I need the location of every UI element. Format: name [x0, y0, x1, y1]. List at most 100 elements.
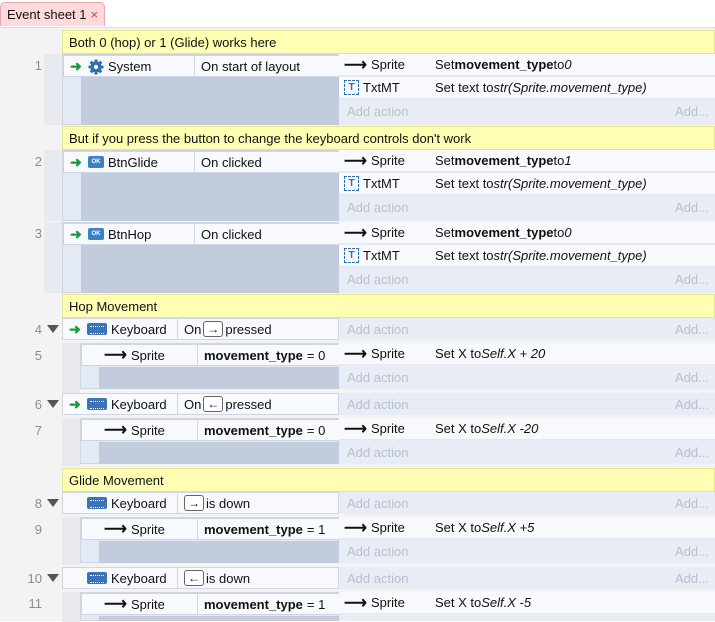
action-column: ⟶ Sprite Set X to Self.X -5 — [339, 592, 715, 621]
comment[interactable]: But if you press the button to change th… — [62, 126, 715, 150]
condition-text: On start of layout — [194, 55, 300, 77]
action-column: ⟶ Sprite Set movement_type to 1 T TxtMT Se… — [339, 150, 715, 221]
add-action-button[interactable]: Add action Add... — [339, 540, 715, 562]
condition-text: On → pressed — [177, 318, 272, 340]
condition-text: movement_type = 1 — [196, 518, 325, 540]
action-row[interactable]: ⟶ Sprite Set X to Self.X -5 — [339, 592, 715, 614]
condition-row[interactable]: Keyboard ← is down — [62, 567, 339, 589]
event-fill — [99, 442, 339, 464]
trigger-arrow-icon: ➜ — [70, 57, 82, 74]
action-row[interactable]: ⟶ Sprite Set movement_type to 1 — [339, 150, 715, 172]
add-action-button[interactable]: Add action Add... — [339, 196, 715, 218]
condition-row[interactable]: ⟶ Sprite movement_type = 1 — [81, 593, 340, 615]
condition-text: On ← pressed — [177, 393, 272, 415]
add-action-button[interactable]: Add action Add... — [339, 268, 715, 290]
condition-row[interactable]: ➜ OK BtnGlide On clicked — [63, 151, 340, 173]
add-action-button[interactable]: Add action Add... — [339, 492, 715, 514]
action-object: ⟶ Sprite — [344, 152, 405, 170]
action-row[interactable]: ⟶ Sprite Set X to Self.X -20 — [339, 418, 715, 440]
comment[interactable]: Hop Movement — [62, 294, 715, 318]
subevent-block[interactable]: ⟶ Sprite movement_type = 1 — [80, 517, 340, 563]
add-action-button[interactable]: Add action Add... — [339, 567, 715, 589]
event-margin — [44, 54, 62, 125]
event-block[interactable]: ➜ System On start of layout — [62, 54, 340, 125]
event-number: 6 — [34, 397, 42, 412]
event-fill — [81, 77, 339, 125]
comment-text: Hop Movement — [69, 298, 158, 314]
event-block[interactable]: ➜ OK BtnHop On clicked — [62, 222, 340, 293]
action-row[interactable]: ⟶ Sprite Set X to Self.X +5 — [339, 517, 715, 539]
add-action-button[interactable]: Add action Add... — [339, 393, 715, 415]
collapse-triangle-icon[interactable] — [47, 325, 59, 333]
action-row[interactable]: ⟶ Sprite Set movement_type to 0 — [339, 222, 715, 244]
collapse-triangle-icon[interactable] — [47, 574, 59, 582]
keyboard-icon — [87, 497, 107, 509]
action-column: ⟶ Sprite Set X to Self.X -20 Add action Ad… — [339, 418, 715, 464]
action-object: T TxtMT — [339, 77, 431, 99]
condition-object: Keyboard — [111, 495, 167, 511]
event-number: 8 — [34, 496, 42, 511]
add-action-button[interactable]: Add action Add... — [339, 318, 715, 340]
condition-row[interactable]: ➜ OK BtnHop On clicked — [63, 223, 340, 245]
subevent-margin — [62, 418, 80, 466]
arrow-icon: ⟶ — [344, 56, 367, 74]
action-row[interactable]: ⟶ Sprite Set movement_type to 0 — [339, 54, 715, 76]
action-row[interactable]: T TxtMT Set text to str(Sprite.movement_t… — [339, 77, 715, 99]
subevent-margin — [62, 343, 80, 393]
comment-text: Glide Movement — [69, 472, 164, 488]
action-text: Set movement_type to 0 — [435, 57, 572, 72]
condition-object: BtnGlide — [108, 154, 158, 170]
key-glyph: ← — [203, 396, 224, 412]
condition-text: ← is down — [177, 567, 250, 589]
collapse-triangle-icon[interactable] — [47, 400, 59, 408]
condition-row[interactable]: Keyboard → is down — [62, 492, 339, 514]
close-icon[interactable]: × — [91, 7, 99, 22]
event-number: 10 — [27, 571, 42, 586]
subevent-block[interactable]: ⟶ Sprite movement_type = 1 — [80, 592, 340, 621]
condition-row[interactable]: ⟶ Sprite movement_type = 0 — [81, 344, 340, 366]
comment[interactable]: Both 0 (hop) or 1 (Glide) works here — [62, 30, 715, 54]
condition-row[interactable]: ⟶ Sprite movement_type = 1 — [81, 518, 340, 540]
arrow-icon: ⟶ — [344, 420, 367, 438]
action-object: ⟶ Sprite — [344, 224, 405, 242]
button-object-icon: OK — [88, 228, 104, 240]
subevent-block[interactable]: ⟶ Sprite movement_type = 0 — [80, 343, 340, 389]
arrow-icon: ⟶ — [344, 224, 367, 242]
action-object: T TxtMT — [339, 245, 431, 267]
add-action-button[interactable]: Add action Add... — [339, 441, 715, 463]
condition-text: movement_type = 1 — [196, 593, 325, 615]
comment[interactable]: Glide Movement — [62, 468, 715, 492]
condition-row[interactable]: ➜ Keyboard On ← pressed — [62, 393, 339, 415]
arrow-icon: ⟶ — [104, 347, 127, 364]
condition-object: Keyboard — [111, 570, 167, 586]
action-object: ⟶ Sprite — [344, 594, 405, 612]
key-glyph: → — [184, 495, 204, 511]
subevent-block[interactable]: ⟶ Sprite movement_type = 0 — [80, 418, 340, 464]
text-object-icon: T — [344, 80, 359, 95]
action-row[interactable]: T TxtMT Set text to str(Sprite.movement_t… — [339, 245, 715, 267]
action-object: T TxtMT — [339, 173, 431, 195]
tab-event-sheet-1[interactable]: Event sheet 1 × — [0, 2, 106, 26]
condition-object: Keyboard — [111, 396, 167, 412]
arrow-icon: ⟶ — [344, 152, 367, 170]
trigger-arrow-icon: ➜ — [70, 153, 82, 170]
condition-text: → is down — [177, 492, 250, 514]
add-action-button[interactable]: Add action Add... — [339, 100, 715, 122]
trigger-arrow-icon: ➜ — [69, 320, 81, 337]
action-text: Set X to Self.X -20 — [435, 421, 539, 436]
text-object-icon: T — [344, 248, 359, 263]
event-block[interactable]: ➜ OK BtnGlide On clicked — [62, 150, 340, 221]
condition-row[interactable]: ⟶ Sprite movement_type = 0 — [81, 419, 340, 441]
comment-text: But if you press the button to change th… — [69, 130, 472, 146]
action-column: ⟶ Sprite Set movement_type to 0 T TxtMT Se… — [339, 54, 715, 125]
action-text: Set text to str(Sprite.movement_type) — [435, 176, 647, 191]
action-row[interactable]: T TxtMT Set text to str(Sprite.movement_t… — [339, 173, 715, 195]
condition-row[interactable]: ➜ System On start of layout — [63, 55, 340, 77]
action-text: Set text to str(Sprite.movement_type) — [435, 248, 647, 263]
collapse-triangle-icon[interactable] — [47, 499, 59, 507]
condition-row[interactable]: ➜ Keyboard On → pressed — [62, 318, 339, 340]
event-number: 7 — [34, 423, 42, 438]
event-fill — [81, 245, 339, 293]
add-action-button[interactable]: Add action Add... — [339, 366, 715, 388]
action-row[interactable]: ⟶ Sprite Set X to Self.X + 20 — [339, 343, 715, 365]
